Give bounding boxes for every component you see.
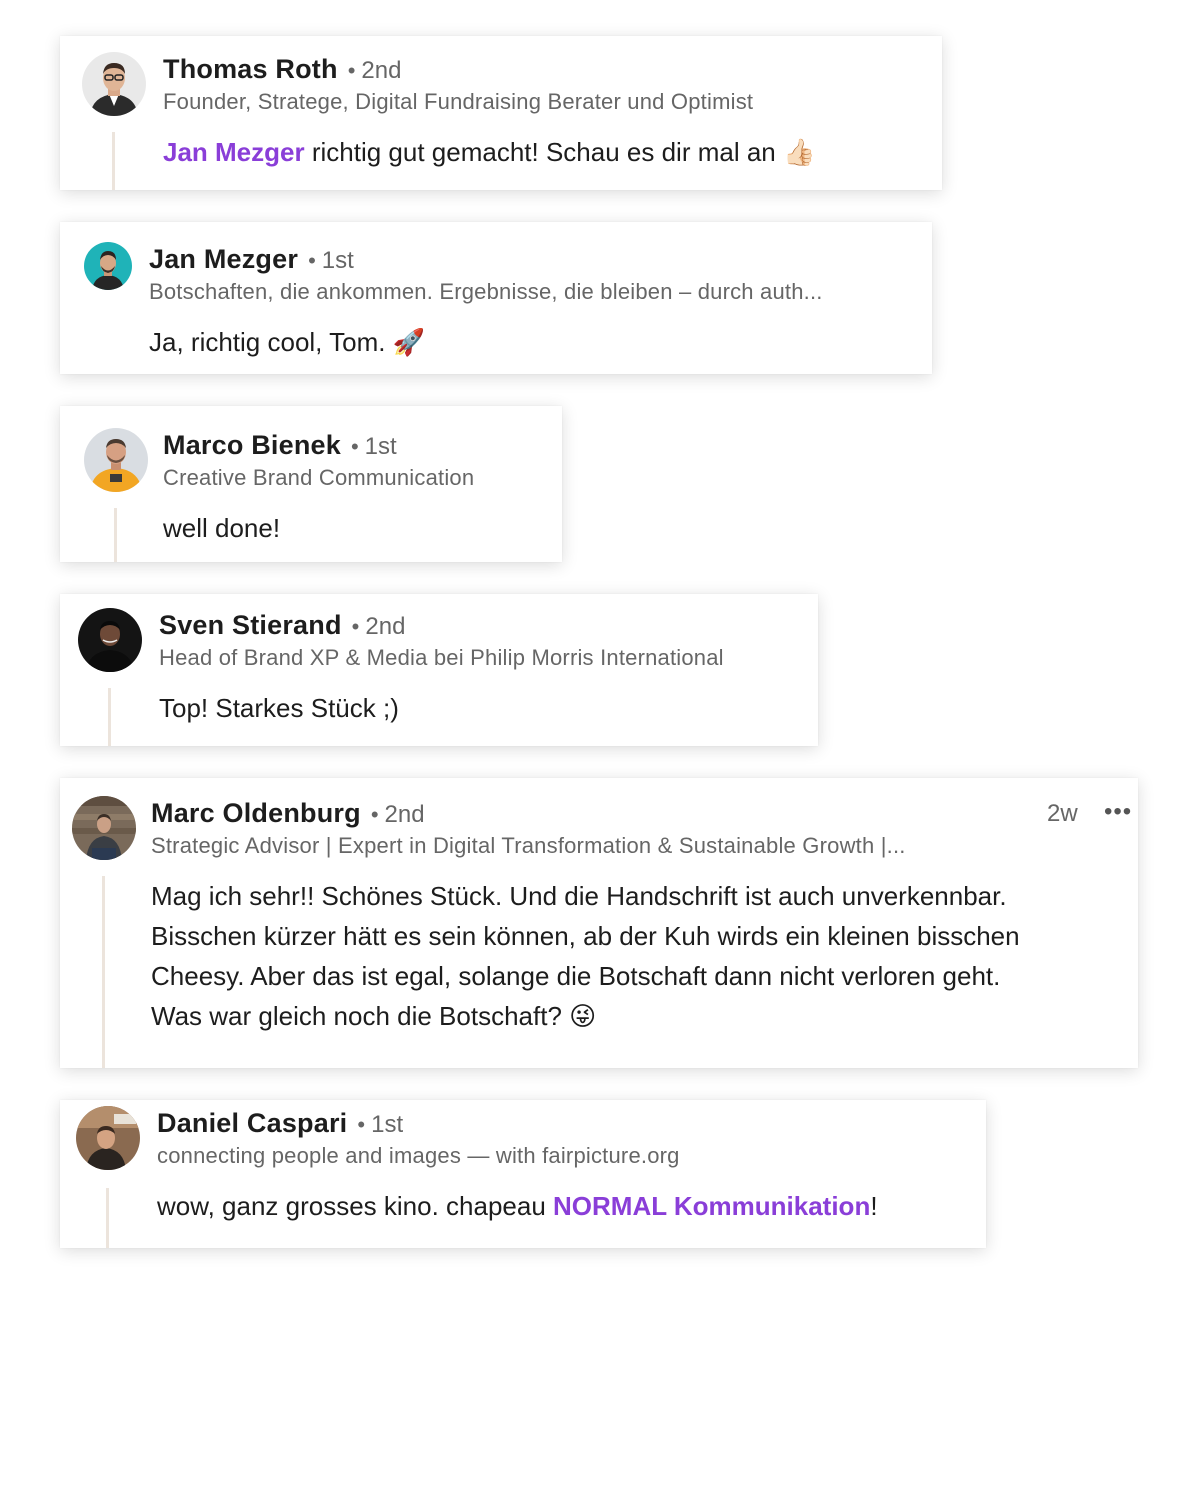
comment-card: Jan Mezger • 1st Botschaften, die ankommen… xyxy=(60,222,932,374)
winking-tongue-emoji-icon: 😜 xyxy=(569,1002,597,1032)
avatar[interactable] xyxy=(82,52,146,116)
comment-text: wow, ganz grosses kino. chapeau NORMAL K… xyxy=(157,1186,878,1226)
thread-line xyxy=(106,1188,109,1248)
comment-card: Thomas Roth • 2nd Founder, Stratege, Digit… xyxy=(60,36,942,190)
connection-degree: 1st xyxy=(371,1111,404,1138)
avatar[interactable] xyxy=(72,796,136,860)
author-name[interactable]: Marco Bienek xyxy=(163,430,341,460)
author-row: Sven Stierand • 2nd xyxy=(159,610,405,641)
comment-text: Top! Starkes Stück ;) xyxy=(159,693,399,723)
degree-separator: • xyxy=(351,614,360,639)
thread-line xyxy=(114,508,117,562)
degree-separator: • xyxy=(308,248,316,273)
comment-card: Marc Oldenburg • 2nd 2w ••• Strategic Advi… xyxy=(60,778,1138,1068)
comment-body: Ja, richtig cool, Tom. xyxy=(149,327,393,357)
author-row: Thomas Roth • 2nd xyxy=(163,54,401,85)
more-options-icon[interactable]: ••• xyxy=(1104,798,1132,826)
author-headline: Founder, Stratege, Digital Fundraising B… xyxy=(163,89,754,114)
author-row: Marc Oldenburg • 2nd xyxy=(151,798,425,829)
avatar[interactable] xyxy=(84,428,148,492)
author-row: Marco Bienek • 1st xyxy=(163,430,397,461)
thread-line xyxy=(108,688,111,746)
author-name[interactable]: Thomas Roth xyxy=(163,54,338,84)
comment-body-end: ! xyxy=(870,1191,878,1221)
comment-text: well done! xyxy=(163,513,281,543)
comment-text: Jan Mezger richtig gut gemacht! Schau es… xyxy=(163,132,815,173)
comment-card: Marco Bienek • 1st Creative Brand Communic… xyxy=(60,406,562,562)
comment-line: Mag ich sehr!! Schönes Stück. Und die Ha… xyxy=(151,881,1007,911)
connection-degree: 1st xyxy=(321,247,354,274)
rocket-emoji-icon: 🚀 xyxy=(392,328,426,358)
mention-link[interactable]: Jan Mezger xyxy=(163,137,305,167)
comment-body: wow, ganz grosses kino. chapeau xyxy=(157,1191,554,1221)
author-name[interactable]: Daniel Caspari xyxy=(157,1108,347,1138)
degree-separator: • xyxy=(370,802,379,827)
connection-degree: 2nd xyxy=(365,613,406,640)
author-name[interactable]: Jan Mezger xyxy=(149,244,298,274)
comment-text: Ja, richtig cool, Tom. 🚀 xyxy=(149,322,425,363)
connection-degree: 2nd xyxy=(361,57,402,84)
avatar[interactable] xyxy=(76,1106,140,1170)
avatar[interactable] xyxy=(84,242,132,290)
author-name[interactable]: Sven Stierand xyxy=(159,610,342,640)
connection-degree: 1st xyxy=(364,433,397,460)
comment-timestamp: 2w xyxy=(1047,800,1078,827)
author-row: Daniel Caspari • 1st xyxy=(157,1108,403,1139)
author-headline: connecting people and images — with fair… xyxy=(157,1143,680,1168)
author-headline: Creative Brand Communication xyxy=(163,465,475,490)
author-headline: Head of Brand XP & Media bei Philip Morr… xyxy=(159,645,724,670)
degree-separator: • xyxy=(357,1112,366,1137)
comment-line-text: Was war gleich noch die Botschaft? xyxy=(151,1001,570,1031)
comment-card: Sven Stierand • 2nd Head of Brand XP & Med… xyxy=(60,594,818,746)
mention-link[interactable]: NORMAL Kommunikation xyxy=(553,1191,870,1221)
degree-separator: • xyxy=(350,434,359,459)
comment-line: Bisschen kürzer hätt es sein können, ab … xyxy=(151,921,1020,951)
thumbs-up-emoji-icon: 👍🏻 xyxy=(782,138,816,168)
author-headline: Botschaften, die ankommen. Ergebnisse, d… xyxy=(149,279,823,304)
avatar[interactable] xyxy=(78,608,142,672)
comment-body: richtig gut gemacht! Schau es dir mal an xyxy=(304,137,783,167)
comment-text: Mag ich sehr!! Schönes Stück. Und die Ha… xyxy=(151,876,1131,1037)
thread-line xyxy=(112,132,115,190)
comment-line: Cheesy. Aber das ist egal, solange die B… xyxy=(151,961,1001,991)
connection-degree: 2nd xyxy=(384,801,425,828)
comment-card: Daniel Caspari • 1st connecting people and… xyxy=(60,1100,986,1248)
thread-line xyxy=(102,876,105,1068)
comment-line: Was war gleich noch die Botschaft? 😜 xyxy=(151,996,1131,1037)
author-row: Jan Mezger • 1st xyxy=(149,244,354,275)
degree-separator: • xyxy=(347,58,356,83)
author-headline: Strategic Advisor | Expert in Digital Tr… xyxy=(151,833,906,858)
author-name[interactable]: Marc Oldenburg xyxy=(151,798,361,828)
